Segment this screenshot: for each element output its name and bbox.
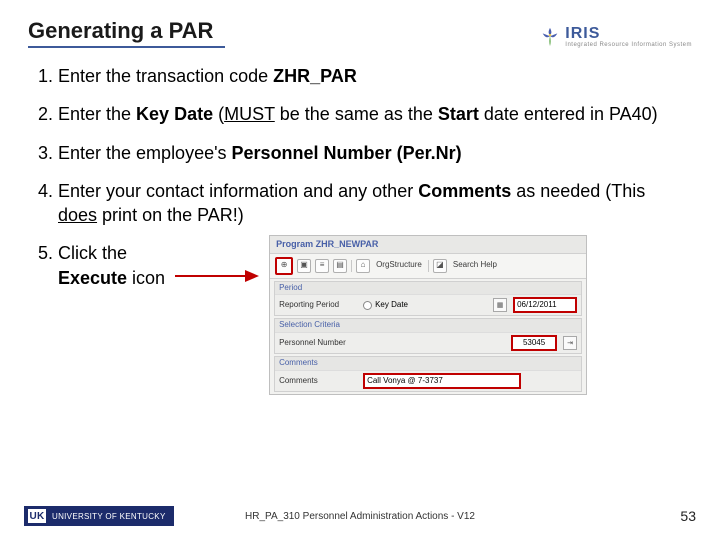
toolbar-icon-1[interactable]: ▣	[297, 259, 311, 273]
date-picker-icon[interactable]: ▦	[493, 298, 507, 312]
comments-label: Comments	[279, 376, 357, 387]
step-5: Click the Execute icon Program ZHR_NEWPA…	[58, 241, 692, 395]
selection-section: Selection Criteria Personnel Number 5304…	[274, 318, 582, 354]
comments-title: Comments	[275, 357, 581, 371]
iris-logo: IRIS Integrated Resource Information Sys…	[539, 26, 692, 48]
personnel-number-input[interactable]: 53045	[511, 335, 557, 351]
keydate-input[interactable]: 06/12/2011	[513, 297, 577, 313]
execute-icon[interactable]: ⊕	[275, 257, 293, 275]
orgstructure-label[interactable]: OrgStructure	[374, 260, 424, 271]
iris-flower-icon	[539, 26, 561, 48]
page-title: Generating a PAR	[28, 18, 225, 48]
comments-input[interactable]: Call Vonya @ 7-3737	[363, 373, 521, 389]
uk-name: UNIVERSITY OF KENTUCKY	[52, 512, 166, 521]
arrow-icon	[175, 271, 259, 281]
iris-logo-subtitle: Integrated Resource Information System	[565, 42, 692, 48]
selection-title: Selection Criteria	[275, 319, 581, 333]
sap-screenshot: Program ZHR_NEWPAR ⊕ ▣ ≡ ▤ ⌂ OrgStructur…	[269, 235, 587, 395]
toolbar-icon-2[interactable]: ≡	[315, 259, 329, 273]
period-title: Period	[275, 282, 581, 296]
comments-section: Comments Comments Call Vonya @ 7-3737	[274, 356, 582, 392]
step-1: Enter the transaction code ZHR_PAR	[58, 64, 692, 88]
uk-logo: UK UNIVERSITY OF KENTUCKY	[24, 506, 174, 526]
uk-mark: UK	[28, 509, 46, 523]
footer-doc-title: HR_PA_310 Personnel Administration Actio…	[245, 511, 475, 522]
instruction-list: Enter the transaction code ZHR_PAR Enter…	[28, 64, 692, 395]
sap-toolbar: ⊕ ▣ ≡ ▤ ⌂ OrgStructure ◪ Search Help	[270, 254, 586, 279]
step-3: Enter the employee's Personnel Number (P…	[58, 141, 692, 165]
personnel-lookup-icon[interactable]: ⇥	[563, 336, 577, 350]
period-section: Period Reporting Period Key Date ▦ 06/12…	[274, 281, 582, 317]
transaction-code: ZHR_PAR	[273, 66, 357, 86]
sap-window-title: Program ZHR_NEWPAR	[270, 236, 586, 253]
searchhelp-icon[interactable]: ◪	[433, 259, 447, 273]
personnel-number-label: Personnel Number	[279, 338, 357, 349]
iris-logo-text: IRIS	[565, 26, 692, 42]
page-number: 53	[680, 508, 696, 524]
step-2: Enter the Key Date (MUST be the same as …	[58, 102, 692, 126]
slide-footer: UK UNIVERSITY OF KENTUCKY HR_PA_310 Pers…	[0, 506, 720, 526]
toolbar-icon-3[interactable]: ▤	[333, 259, 347, 273]
orgstructure-icon[interactable]: ⌂	[356, 259, 370, 273]
step-4: Enter your contact information and any o…	[58, 179, 692, 228]
searchhelp-label[interactable]: Search Help	[451, 260, 499, 271]
keydate-radio[interactable]: Key Date	[363, 300, 408, 311]
reporting-period-label: Reporting Period	[279, 300, 357, 311]
